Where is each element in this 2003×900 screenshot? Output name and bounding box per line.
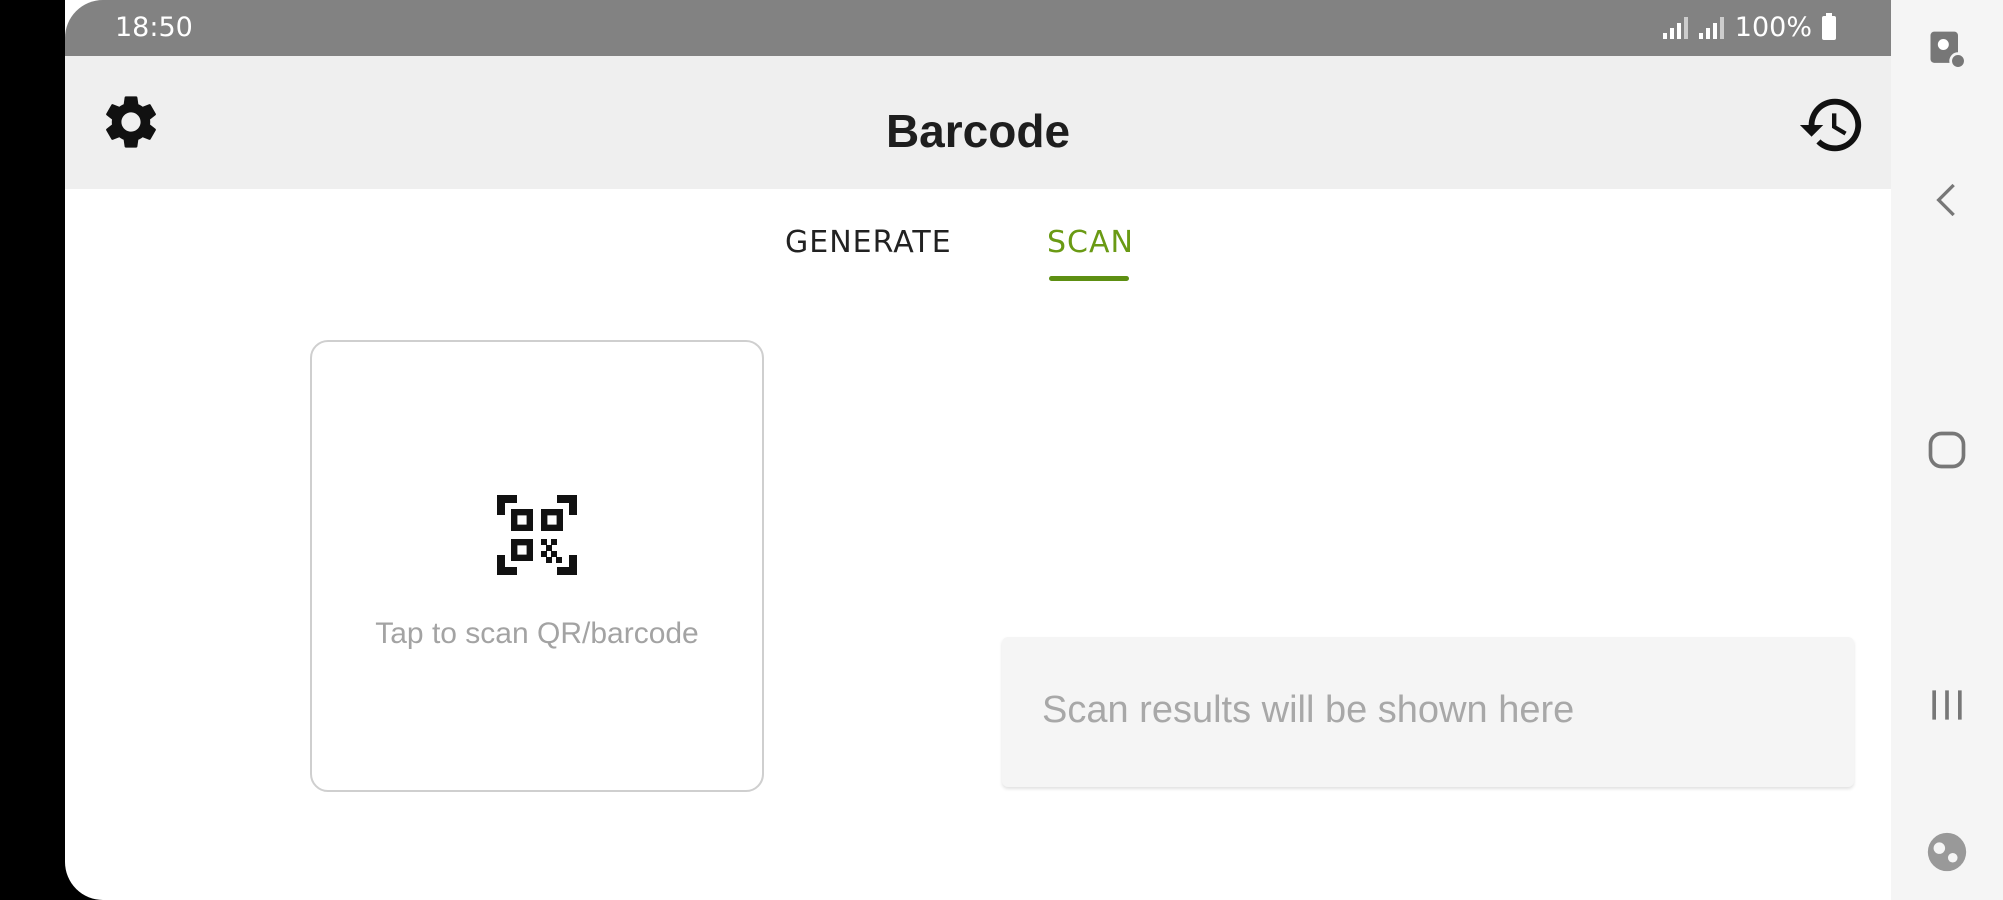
back-icon (1936, 183, 1955, 217)
history-icon (1799, 98, 1862, 152)
signal-icon (1698, 16, 1725, 39)
status-bar: 18:50 100% (65, 0, 1891, 56)
tab-scan[interactable]: SCAN (1047, 225, 1134, 260)
battery-percent: 100% (1734, 12, 1812, 43)
tab-generate[interactable]: GENERATE (785, 225, 952, 260)
recents-button[interactable] (1891, 675, 2003, 735)
pointer-button[interactable] (1891, 20, 2003, 80)
home-button[interactable] (1891, 420, 2003, 480)
recents-icon (1932, 690, 1962, 720)
home-icon (1928, 431, 1966, 469)
page-title: Barcode (885, 105, 1071, 157)
history-button[interactable] (1797, 90, 1867, 160)
assistant-icon (1927, 832, 1967, 872)
signal-icon (1662, 16, 1689, 39)
app-screen: 18:50 100% Barcode GENERATE SCAN Tap to … (65, 0, 1891, 900)
scan-card-label: Tap to scan QR/barcode (375, 617, 699, 650)
back-button[interactable] (1891, 170, 2003, 230)
navigation-bar (1891, 0, 2003, 900)
pointer-icon (1930, 31, 1967, 70)
scan-results-box: Scan results will be shown here (1002, 637, 1854, 787)
battery-icon (1822, 12, 1836, 40)
scan-card[interactable]: Tap to scan QR/barcode (310, 340, 764, 792)
app-bar: Barcode (65, 56, 1891, 189)
assistant-button[interactable] (1891, 822, 2003, 882)
active-tab-indicator (1049, 276, 1129, 281)
qr-scan-icon (497, 495, 577, 575)
scan-results-placeholder: Scan results will be shown here (1042, 689, 1575, 731)
status-indicators: 100% (1662, 12, 1836, 43)
tab-bar: GENERATE SCAN (65, 189, 1891, 289)
status-time: 18:50 (115, 12, 193, 43)
